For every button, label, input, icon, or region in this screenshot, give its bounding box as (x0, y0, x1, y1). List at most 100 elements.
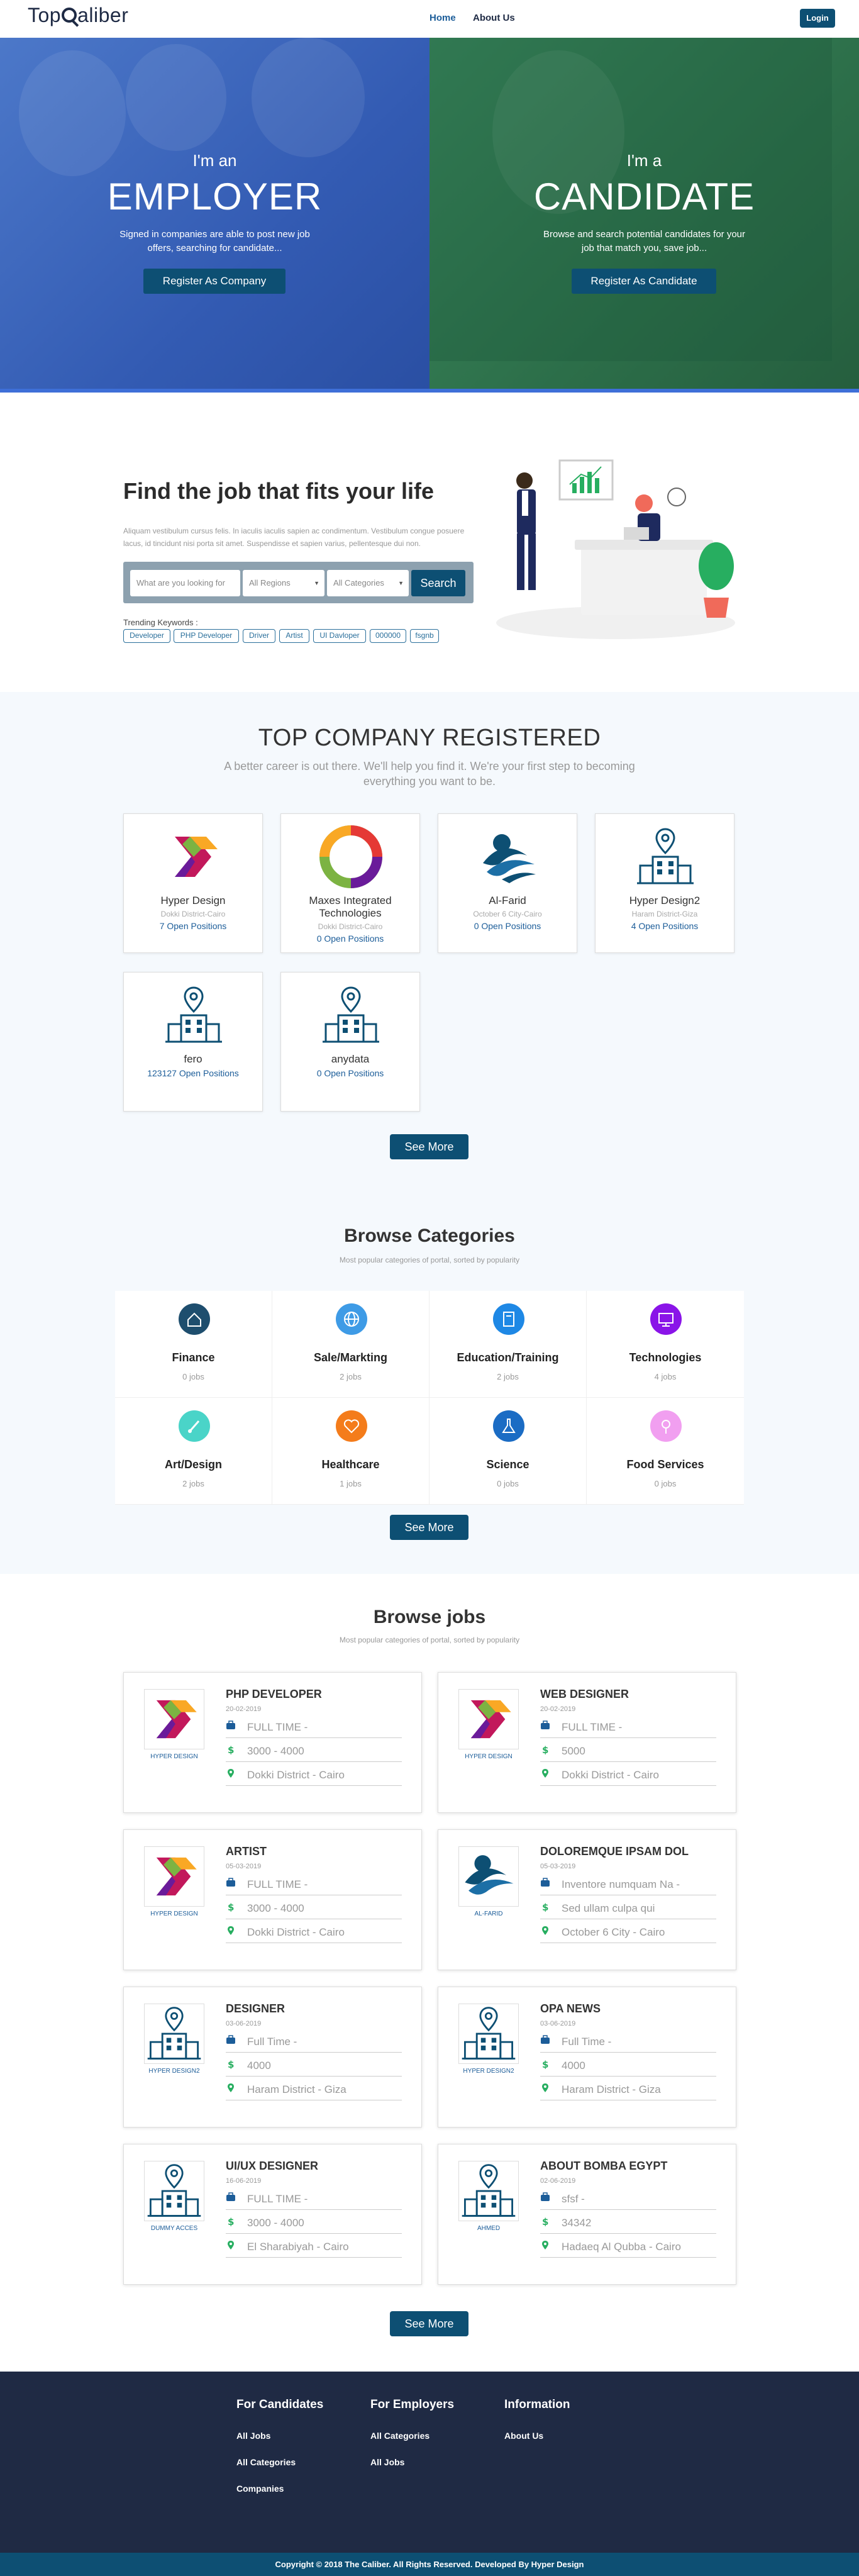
categories-see-more-button[interactable]: See More (390, 1515, 468, 1540)
hyper-design-logo (458, 1689, 519, 1749)
job-card[interactable]: AL-FARID DOLOREMQUE IPSAM DOL 05-03-2019 In… (438, 1829, 736, 1970)
svg-text:$: $ (228, 1744, 234, 1754)
job-location-row: Haram District - Giza (540, 2077, 716, 2100)
job-type: Inventore numquam Na - (562, 1878, 680, 1890)
category-education[interactable]: Education/Training 2 jobs (430, 1291, 587, 1398)
job-company: AHMED (477, 2225, 501, 2232)
nav-home-link[interactable]: Home (430, 13, 456, 23)
company-open-positions: 4 Open Positions (631, 921, 699, 931)
keyword-tag[interactable]: fsgnb (410, 629, 439, 643)
jobs-see-more-button[interactable]: See More (390, 2311, 468, 2336)
trending-label: Trending Keywords : (123, 618, 198, 627)
category-technologies[interactable]: Technologies 4 jobs (587, 1291, 744, 1398)
keyword-tag[interactable]: Driver (243, 629, 275, 643)
keyword-tag[interactable]: PHP Developer (174, 629, 239, 643)
company-card[interactable]: Al-Farid October 6 City-Cairo 0 Open Pos… (438, 813, 577, 953)
hyper-design-logo (144, 1846, 204, 1907)
job-date: 05-03-2019 (540, 1863, 576, 1870)
category-jobs: 2 jobs (182, 1479, 204, 1488)
keyword-tag[interactable]: Artist (279, 629, 309, 643)
company-name: Al-Farid (489, 895, 526, 906)
find-job-desc: Aliquam vestibulum cursus felis. In iacu… (123, 527, 465, 548)
building-logo (144, 2161, 204, 2221)
nav-about-link[interactable]: About Us (473, 13, 515, 23)
footer-link[interactable]: All Jobs (370, 2457, 404, 2467)
register-company-button[interactable]: Register As Company (143, 269, 285, 294)
building-icon (323, 986, 379, 1043)
site-logo[interactable]: Top aliber (28, 3, 128, 28)
svg-text:$: $ (228, 2059, 234, 2069)
job-location-row: October 6 City - Cairo (540, 1919, 716, 1943)
job-card[interactable]: HYPER DESIGN2 DESIGNER 03-06-2019 Full Time… (123, 1987, 422, 2127)
category-finance[interactable]: Finance 0 jobs (115, 1291, 272, 1398)
job-type-row: Full Time - (226, 2029, 402, 2053)
footer-link[interactable]: Companies (236, 2484, 284, 2494)
login-button[interactable]: Login (800, 9, 835, 28)
job-card[interactable]: HYPER DESIGN2 OPA NEWS 03-06-2019 Full Time… (438, 1987, 736, 2127)
job-card[interactable]: HYPER DESIGN ARTIST 05-03-2019 FULL TIME - $… (123, 1829, 422, 1970)
job-title[interactable]: PHP DEVELOPER (226, 1688, 322, 1701)
building-logo (458, 2004, 519, 2064)
job-title[interactable]: ABOUT BOMBA EGYPT (540, 2160, 667, 2173)
category-sales[interactable]: Sale/Markting 2 jobs (272, 1291, 430, 1398)
category-art-design[interactable]: Art/Design 2 jobs (115, 1398, 272, 1505)
footer-link[interactable]: About Us (504, 2431, 543, 2441)
keyword-tag[interactable]: 000000 (370, 629, 406, 643)
employer-desc: Signed in companies are able to post new… (119, 229, 310, 254)
job-card[interactable]: HYPER DESIGN WEB DESIGNER 20-02-2019 FULL T… (438, 1672, 736, 1813)
job-salary-row: $5000 (540, 1738, 716, 1762)
company-card[interactable]: fero 123127 Open Positions (123, 972, 263, 1112)
job-company: HYPER DESIGN2 (148, 2068, 200, 2075)
chevron-down-icon: ▼ (398, 580, 404, 586)
category-label: Art/Design (164, 1458, 222, 1471)
company-card[interactable]: Hyper Design Dokki District-Cairo 7 Open… (123, 813, 263, 953)
job-title[interactable]: WEB DESIGNER (540, 1688, 629, 1701)
candidate-title: CANDIDATE (533, 176, 755, 218)
category-jobs: 2 jobs (497, 1372, 519, 1381)
company-card[interactable]: anydata 0 Open Positions (280, 972, 420, 1112)
job-title[interactable]: ARTIST (226, 1845, 267, 1858)
job-company: DUMMY ACCES (150, 2225, 198, 2232)
company-location: Dokki District-Cairo (160, 910, 226, 918)
book-icon (493, 1303, 524, 1335)
register-candidate-button[interactable]: Register As Candidate (572, 269, 716, 294)
keyword-tag[interactable]: Developer (123, 629, 170, 643)
footer-link[interactable]: All Categories (370, 2431, 430, 2441)
job-type: Full Time - (562, 2036, 612, 2048)
job-salary: 5000 (562, 1745, 585, 1757)
job-title[interactable]: DESIGNER (226, 2002, 285, 2016)
job-card[interactable]: HYPER DESIGN PHP DEVELOPER 20-02-2019 FULL … (123, 1672, 422, 1813)
category-jobs: 0 jobs (497, 1479, 519, 1488)
job-card[interactable]: DUMMY ACCES UI/UX DESIGNER 16-06-2019 FULL … (123, 2144, 422, 2285)
company-name: fero (184, 1053, 202, 1065)
search-input[interactable]: What are you looking for (130, 570, 240, 596)
category-jobs: 0 jobs (654, 1479, 677, 1488)
job-location-row: Hadaeq Al Qubba - Cairo (540, 2234, 716, 2258)
category-healthcare[interactable]: Healthcare 1 jobs (272, 1398, 430, 1505)
company-open-positions: 0 Open Positions (316, 1068, 384, 1078)
footer-link[interactable]: All Jobs (236, 2431, 270, 2441)
categories-title: Browse Categories (344, 1225, 515, 1246)
job-type-row: FULL TIME - (226, 2186, 402, 2210)
region-select[interactable]: All Regions ▼ (243, 570, 324, 596)
job-company: HYPER DESIGN (150, 1753, 198, 1760)
job-date: 20-02-2019 (226, 1705, 262, 1713)
job-title[interactable]: UI/UX DESIGNER (226, 2160, 318, 2173)
job-title[interactable]: OPA NEWS (540, 2002, 601, 2016)
search-button[interactable]: Search (411, 570, 465, 596)
job-type: sfsf - (562, 2193, 585, 2205)
company-card[interactable]: Hyper Design2 Haram District-Giza 4 Open… (595, 813, 734, 953)
footer-link[interactable]: All Categories (236, 2457, 296, 2467)
heart-icon (336, 1410, 367, 1442)
company-card[interactable]: Maxes Integrated Technologies Dokki Dist… (280, 813, 420, 953)
category-select[interactable]: All Categories ▼ (327, 570, 409, 596)
companies-see-more-button[interactable]: See More (390, 1134, 468, 1159)
job-card[interactable]: AHMED ABOUT BOMBA EGYPT 02-06-2019 sfsf - $3… (438, 2144, 736, 2285)
job-location: Hadaeq Al Qubba - Cairo (562, 2241, 681, 2253)
category-food-services[interactable]: Food Services 0 jobs (587, 1398, 744, 1505)
job-salary: 4000 (247, 2060, 271, 2071)
keyword-tag[interactable]: UI Davloper (313, 629, 366, 643)
category-science[interactable]: Science 0 jobs (430, 1398, 587, 1505)
category-jobs: 4 jobs (654, 1372, 677, 1381)
job-title[interactable]: DOLOREMQUE IPSAM DOL (540, 1845, 689, 1858)
